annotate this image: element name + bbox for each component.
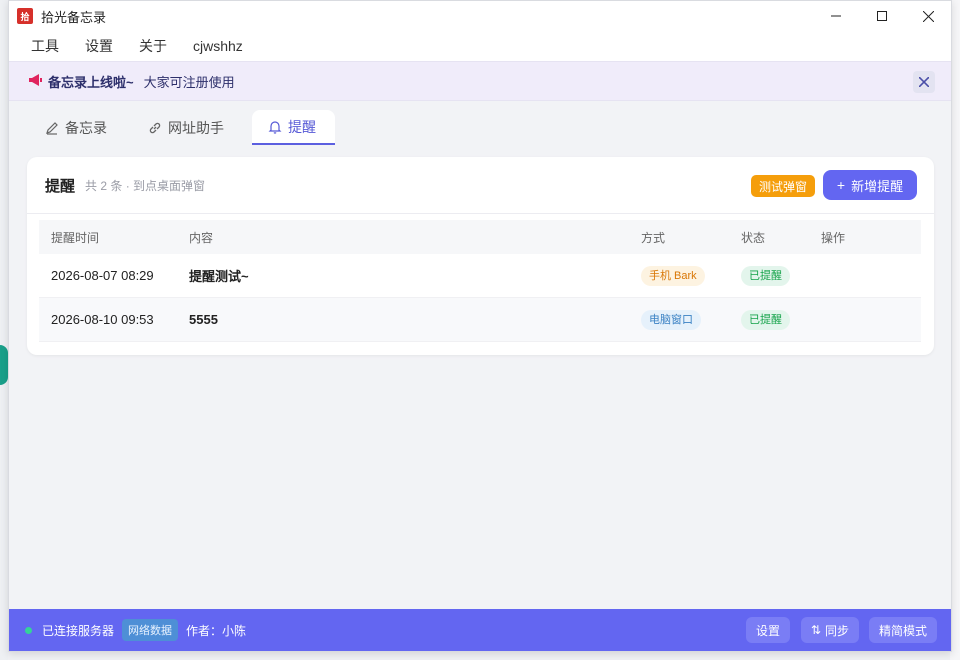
- tab-url-helper-label: 网址助手: [168, 119, 224, 136]
- reminders-table: 提醒时间 内容 方式 状态 操作 2026-08-07 08:29 提醒测试~ …: [39, 220, 921, 342]
- author-label: 作者：小陈: [186, 623, 247, 638]
- connection-status: 已连接服务器: [42, 623, 115, 638]
- minimize-icon: [831, 15, 841, 17]
- status-badge: 已提醒: [741, 265, 790, 286]
- test-popup-button[interactable]: 测试弹窗: [750, 175, 815, 197]
- tab-reminders[interactable]: 提醒: [252, 110, 335, 145]
- announcement-banner: 备忘录上线啦~ 大家可注册使用: [9, 61, 951, 101]
- table-row[interactable]: 2026-08-10 09:53 5555 电脑窗口 已提醒: [39, 298, 921, 342]
- link-icon: [149, 122, 161, 133]
- bell-icon: [268, 120, 282, 134]
- row-method: 手机 Bark: [641, 265, 741, 286]
- banner-close-button[interactable]: [913, 71, 935, 93]
- window-controls: [813, 1, 951, 31]
- card-title: 提醒: [45, 177, 76, 195]
- desktop-background-left: [0, 0, 8, 660]
- sync-button[interactable]: ⇅ 同步: [800, 617, 859, 643]
- app-logo-icon: 拾: [17, 8, 33, 24]
- maximize-button[interactable]: [859, 1, 905, 31]
- header-time: 提醒时间: [51, 230, 100, 245]
- row-content: 5555: [189, 312, 218, 327]
- minimize-button[interactable]: [813, 1, 859, 31]
- tab-reminders-label: 提醒: [288, 118, 316, 135]
- row-status: 已提醒: [741, 265, 821, 286]
- table-row[interactable]: 2026-08-07 08:29 提醒测试~ 手机 Bark 已提醒: [39, 254, 921, 298]
- banner-title: 备忘录上线啦~: [48, 74, 134, 90]
- method-badge: 电脑窗口: [641, 309, 701, 330]
- menu-bar: 工具 设置 关于 cjwshhz: [9, 31, 951, 61]
- simple-mode-button[interactable]: 精简模式: [868, 617, 937, 643]
- sync-label: 同步: [824, 623, 849, 638]
- sync-icon: ⇅: [810, 623, 821, 637]
- window-title: 拾光备忘录: [41, 9, 107, 25]
- header-status: 状态: [741, 230, 766, 245]
- close-icon: [922, 10, 934, 22]
- tab-url-helper[interactable]: 网址助手: [132, 110, 242, 145]
- table-header: 提醒时间 内容 方式 状态 操作: [39, 220, 921, 254]
- megaphone-icon: [29, 73, 42, 89]
- edit-icon: [46, 121, 58, 135]
- row-status: 已提醒: [741, 309, 821, 330]
- row-time: 2026-08-10 09:53: [51, 312, 154, 327]
- tab-memo-label: 备忘录: [65, 119, 107, 136]
- card-subtitle: 共 2 条 · 到点桌面弹窗: [85, 178, 206, 193]
- app-window: 拾 拾光备忘录 工具 设置 关于 cjwshhz 备忘录上线啦~ 大家可注册使用: [8, 0, 952, 652]
- status-bar: 已连接服务器 网络数据 作者：小陈 设置 ⇅ 同步 精简模式: [9, 609, 951, 651]
- footer-settings-button[interactable]: 设置: [745, 617, 790, 643]
- add-reminder-label: 新增提醒: [851, 178, 904, 194]
- status-badge: 已提醒: [741, 309, 790, 330]
- reminders-card: 提醒 共 2 条 · 到点桌面弹窗 测试弹窗 + 新增提醒 提醒时间 内容 方式…: [27, 157, 934, 355]
- connection-status-dot: [25, 626, 32, 634]
- row-time: 2026-08-07 08:29: [51, 268, 154, 283]
- header-content: 内容: [189, 230, 214, 245]
- close-window-button[interactable]: [905, 1, 951, 31]
- maximize-icon: [877, 11, 887, 21]
- row-content: 提醒测试~: [189, 269, 249, 284]
- close-icon: [919, 77, 929, 87]
- tab-memo[interactable]: 备忘录: [29, 110, 128, 145]
- menu-settings[interactable]: 设置: [85, 36, 113, 56]
- network-data-badge: 网络数据: [122, 619, 179, 641]
- add-reminder-button[interactable]: + 新增提醒: [823, 170, 917, 200]
- row-method: 电脑窗口: [641, 309, 741, 330]
- title-bar: 拾 拾光备忘录: [9, 1, 951, 31]
- menu-tools[interactable]: 工具: [31, 36, 59, 56]
- banner-text: 大家可注册使用: [143, 74, 235, 90]
- menu-about[interactable]: 关于: [139, 36, 167, 56]
- card-header: 提醒 共 2 条 · 到点桌面弹窗 测试弹窗 + 新增提醒: [27, 157, 934, 214]
- tab-bar: 备忘录 网址助手 提醒: [29, 110, 339, 146]
- plus-icon: +: [836, 177, 846, 193]
- desktop-widget: [0, 345, 8, 385]
- method-badge: 手机 Bark: [641, 265, 705, 286]
- header-method: 方式: [641, 230, 666, 245]
- header-ops: 操作: [821, 230, 846, 245]
- menu-user[interactable]: cjwshhz: [193, 38, 243, 54]
